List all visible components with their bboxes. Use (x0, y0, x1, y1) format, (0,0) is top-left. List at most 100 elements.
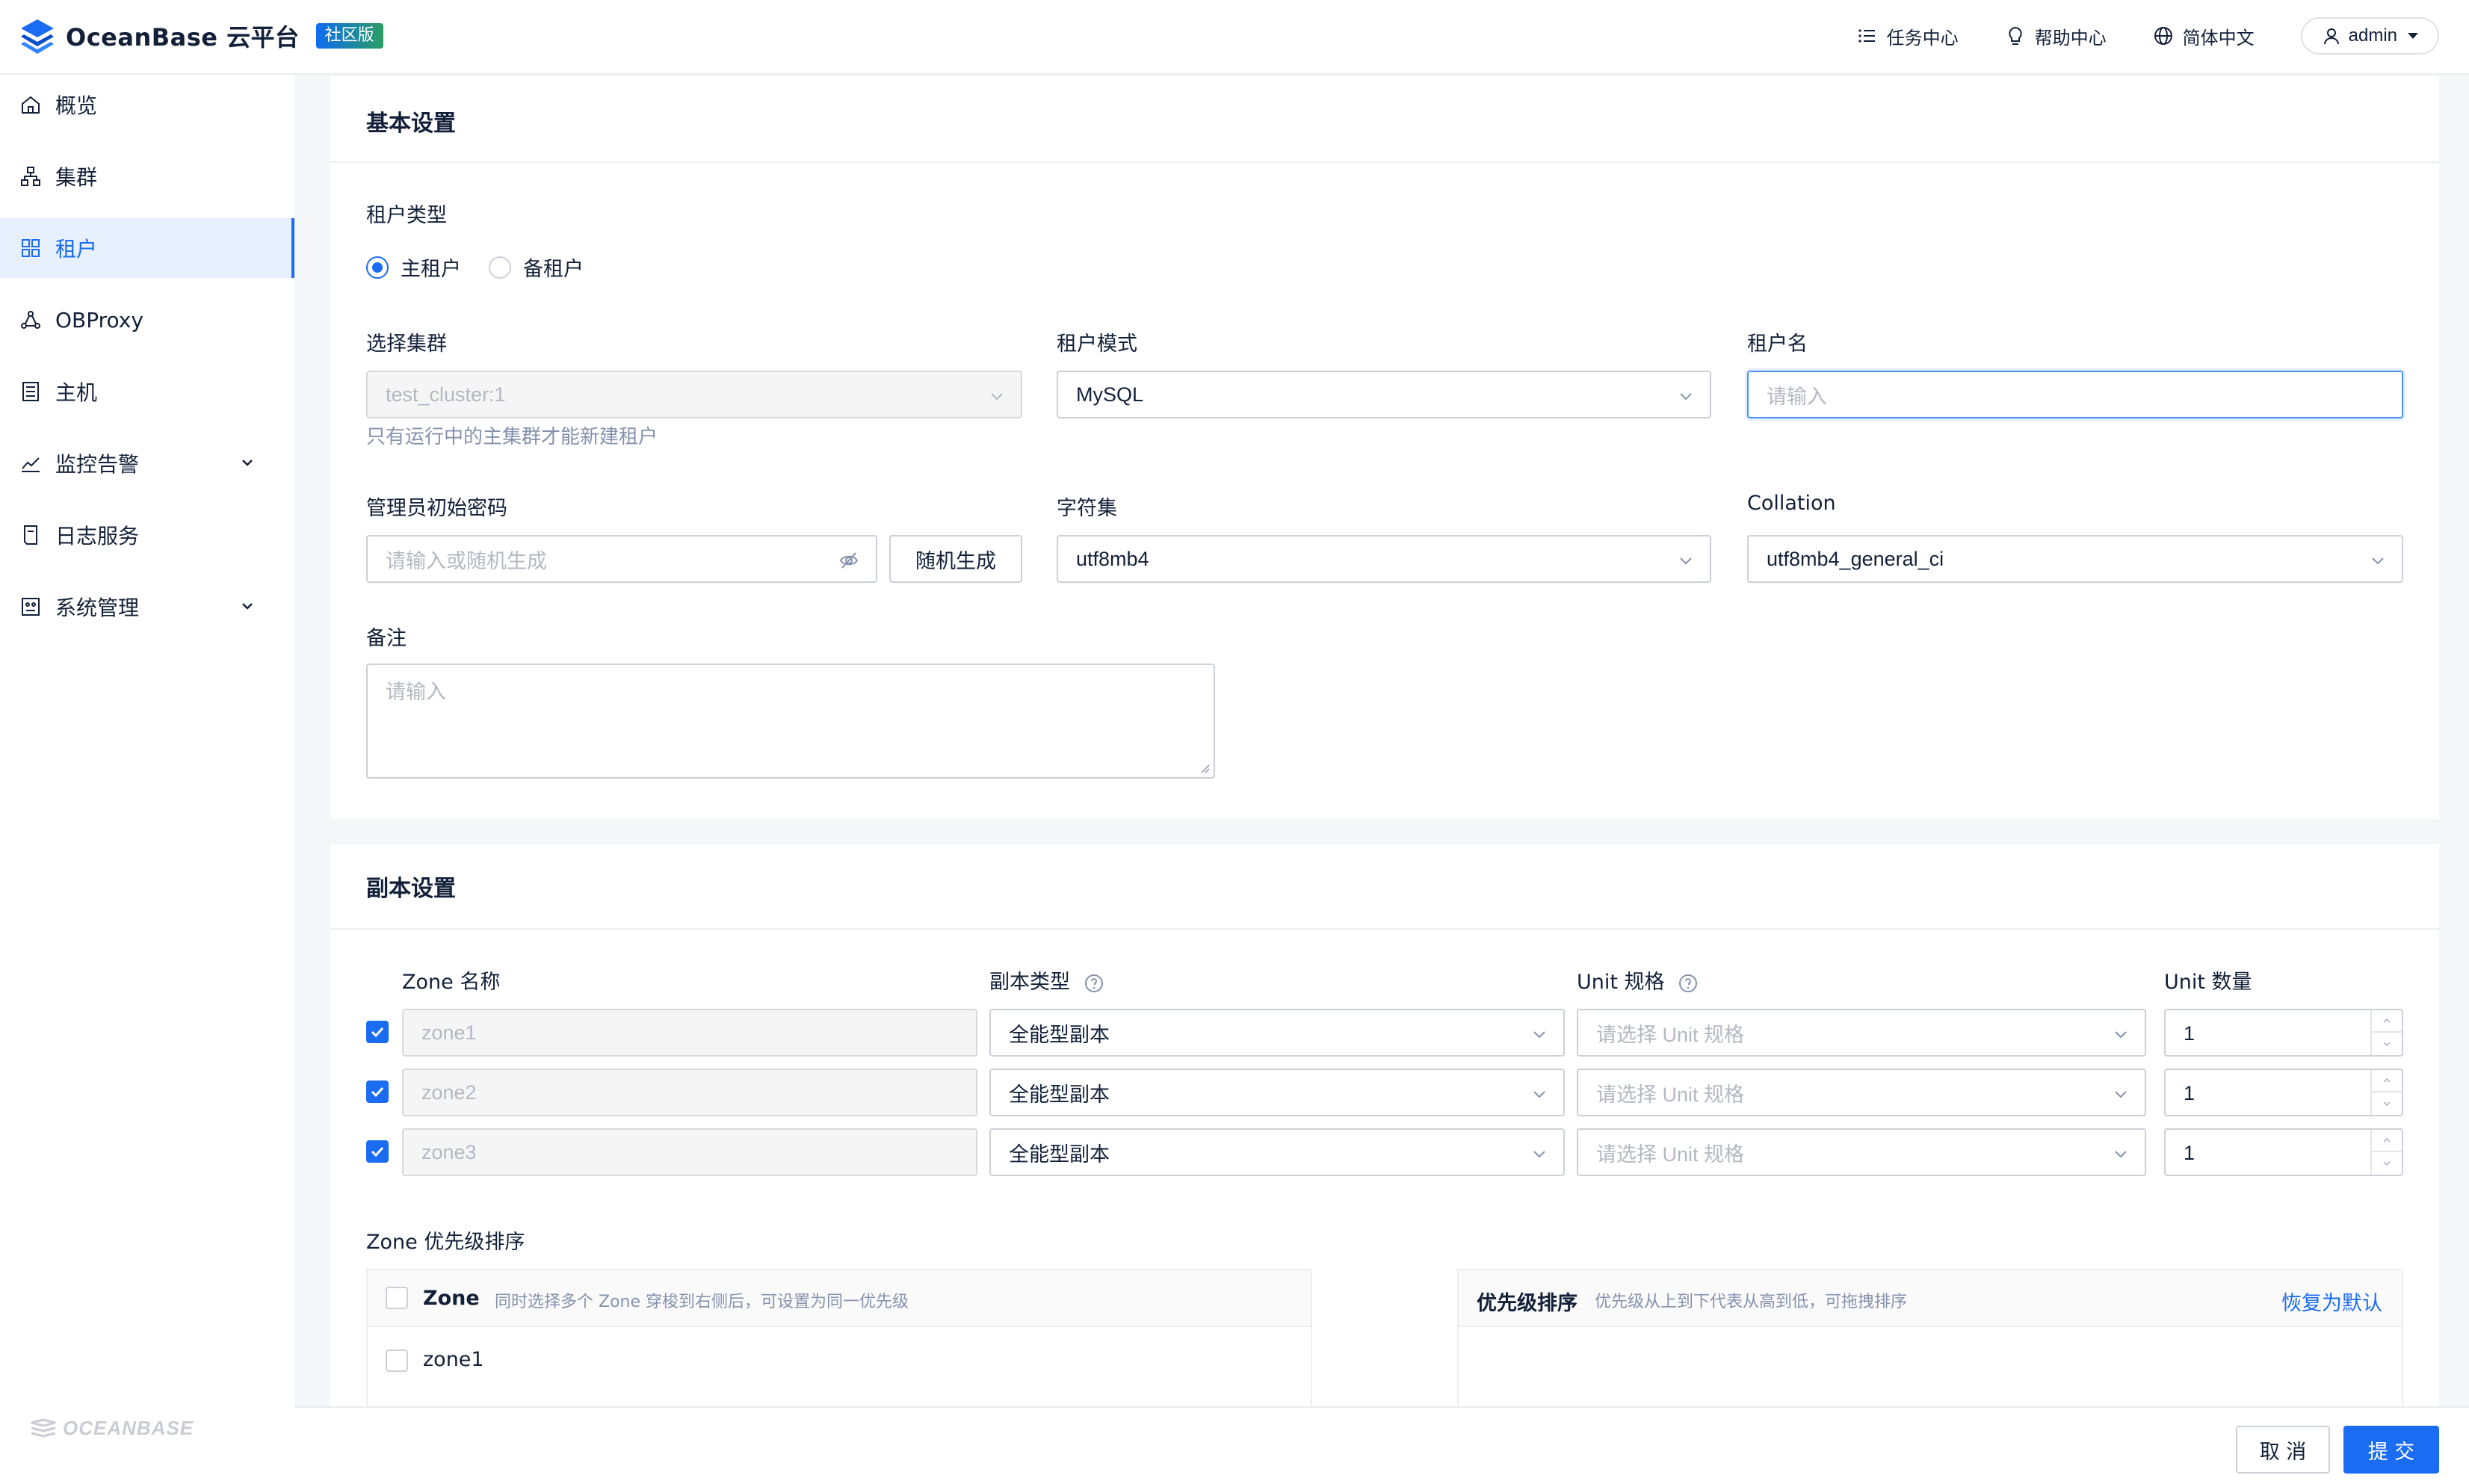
submit-button[interactable]: 提 交 (2343, 1426, 2439, 1474)
divider (330, 928, 2439, 930)
chevron-down-icon (242, 603, 253, 610)
col-unit-spec: Unit 规格 (1577, 965, 1698, 995)
cluster-hint: 只有运行中的主集群才能新建租户 (366, 426, 658, 448)
sidebar-item-obproxy[interactable]: OBProxy (0, 290, 294, 350)
document-icon (24, 525, 37, 545)
zone-row-checkbox[interactable] (366, 1021, 389, 1043)
radio-standby-tenant[interactable]: 备租户 (489, 253, 584, 282)
user-name: admin (2348, 25, 2397, 46)
zone-name-input[interactable]: zone2 (402, 1069, 977, 1116)
chevron-down-icon (1533, 1091, 1545, 1098)
sidebar-item-cluster[interactable]: 集群 (0, 146, 294, 206)
unit-count-input[interactable]: 1 (2164, 1069, 2403, 1116)
section-title-basic: 基本设置 (366, 111, 456, 137)
user-menu-button[interactable]: admin (2300, 17, 2439, 55)
language-switch[interactable]: 简体中文 (2153, 23, 2255, 49)
chevron-down-icon (2383, 1042, 2391, 1047)
chevron-down-icon (2383, 1101, 2391, 1107)
question-circle-icon[interactable] (1678, 974, 1698, 993)
col-unit-spec-label: Unit 规格 (1577, 971, 1665, 994)
zone-source-hint: 同时选择多个 Zone 穿梭到右侧后，可设置为同一优先级 (495, 1293, 909, 1311)
footer-action-bar: 取 消 提 交 (294, 1406, 2469, 1484)
zone-item-checkbox[interactable] (386, 1349, 408, 1372)
unit-spec-select[interactable]: 请选择 Unit 规格 (1577, 1069, 2146, 1116)
collation-select[interactable]: utf8mb4_general_ci (1747, 535, 2403, 583)
cancel-button[interactable]: 取 消 (2236, 1426, 2330, 1474)
charset-value: utf8mb4 (1076, 547, 1149, 570)
zone-source-panel-header: Zone 同时选择多个 Zone 穿梭到右侧后，可设置为同一优先级 (368, 1270, 1311, 1327)
decrement-button[interactable] (2372, 1033, 2402, 1055)
unit-spec-select[interactable]: 请选择 Unit 规格 (1577, 1128, 2146, 1176)
select-all-checkbox[interactable] (386, 1287, 408, 1309)
app-logo[interactable]: OceanBase 云平台 社区版 (18, 15, 383, 57)
chevron-down-icon (2115, 1031, 2127, 1039)
cluster-select[interactable]: test_cluster:1 (366, 371, 1022, 418)
random-generate-button[interactable]: 随机生成 (889, 535, 1022, 583)
chevron-down-icon (991, 393, 1003, 401)
mode-value: MySQL (1076, 383, 1144, 406)
grid-icon (22, 239, 40, 257)
help-center-link[interactable]: 帮助中心 (2005, 23, 2107, 49)
increment-button[interactable] (2372, 1130, 2402, 1152)
increment-button[interactable] (2372, 1010, 2402, 1033)
zone-name-value: zone2 (421, 1080, 477, 1104)
replica-type-select[interactable]: 全能型副本 (989, 1009, 1565, 1057)
cluster-label: 选择集群 (366, 333, 447, 356)
tenant-name-input[interactable]: 请输入 (1747, 371, 2403, 418)
footer-logo-text: OCEANBASE (63, 1417, 194, 1439)
charset-select[interactable]: utf8mb4 (1057, 535, 1711, 583)
unit-count-input[interactable]: 1 (2164, 1009, 2403, 1057)
sidebar-item-label: 监控告警 (55, 452, 140, 477)
oceanbase-footer-logo-icon (31, 1418, 56, 1438)
replica-type-select[interactable]: 全能型副本 (989, 1128, 1565, 1176)
sidebar-item-label: 集群 (55, 165, 98, 190)
zone-name-value: zone3 (421, 1140, 477, 1163)
col-replica-type: 副本类型 (989, 965, 1104, 995)
col-unit-count: Unit 数量 (2164, 971, 2252, 994)
logo-text: OceanBase 云平台 (66, 23, 300, 52)
unit-spec-placeholder: 请选择 Unit 规格 (1596, 1143, 1745, 1166)
eye-invisible-icon[interactable] (838, 550, 859, 571)
sidebar-item-tenant[interactable]: 租户 (0, 218, 294, 278)
tenant-mode-select[interactable]: MySQL (1057, 371, 1711, 418)
sidebar-item-overview[interactable]: 概览 (0, 75, 294, 135)
resize-grip-icon[interactable] (1200, 764, 1211, 774)
zone-priority-label: Zone 优先级排序 (366, 1231, 525, 1254)
reset-default-link[interactable]: 恢复为默认 (2281, 1287, 2382, 1316)
sidebar-item-label: 主机 (55, 380, 98, 405)
radio-primary-tenant[interactable]: 主租户 (366, 253, 461, 282)
sidebar-item-host[interactable]: 主机 (0, 362, 294, 421)
zone-name-input[interactable]: zone1 (402, 1009, 977, 1057)
settings-panel-icon (22, 598, 40, 616)
language-label: 简体中文 (2182, 27, 2255, 49)
check-icon (371, 1146, 384, 1157)
zone-row-checkbox[interactable] (366, 1140, 389, 1163)
charset-label: 字符集 (1057, 497, 1117, 520)
decrement-button[interactable] (2372, 1092, 2402, 1115)
zone-name-input[interactable]: zone3 (402, 1128, 977, 1176)
collation-value: utf8mb4_general_ci (1767, 547, 1944, 570)
radio-label: 主租户 (401, 258, 461, 281)
zone-source-title: Zone (423, 1287, 480, 1310)
increment-button[interactable] (2372, 1070, 2402, 1092)
remark-textarea[interactable]: 请输入 (366, 664, 1215, 779)
zone-priority-panel-header: 优先级排序 优先级从上到下代表从高到低，可拖拽排序 恢复为默认 (1459, 1270, 2402, 1327)
radio-dot (366, 256, 389, 279)
zone-row-checkbox[interactable] (366, 1080, 389, 1103)
task-center-link[interactable]: 任务中心 (1857, 23, 1959, 49)
sidebar-item-system[interactable]: 系统管理 (0, 577, 294, 637)
replica-type-value: 全能型副本 (1009, 1083, 1110, 1106)
chevron-down-icon (1533, 1031, 1545, 1039)
sidebar-item-log[interactable]: 日志服务 (0, 505, 294, 565)
zone-priority-panel: 优先级排序 优先级从上到下代表从高到低，可拖拽排序 恢复为默认 (1457, 1269, 2403, 1418)
task-center-label: 任务中心 (1886, 27, 1959, 49)
unit-spec-placeholder: 请选择 Unit 规格 (1596, 1083, 1745, 1106)
unit-count-input[interactable]: 1 (2164, 1128, 2403, 1176)
question-circle-icon[interactable] (1084, 974, 1104, 993)
replica-type-select[interactable]: 全能型副本 (989, 1069, 1565, 1116)
password-input[interactable]: 请输入或随机生成 (366, 535, 877, 583)
unit-spec-select[interactable]: 请选择 Unit 规格 (1577, 1009, 2146, 1057)
decrement-button[interactable] (2372, 1152, 2402, 1175)
sidebar-item-monitor[interactable]: 监控告警 (0, 433, 294, 493)
help-center-label: 帮助中心 (2034, 27, 2107, 49)
